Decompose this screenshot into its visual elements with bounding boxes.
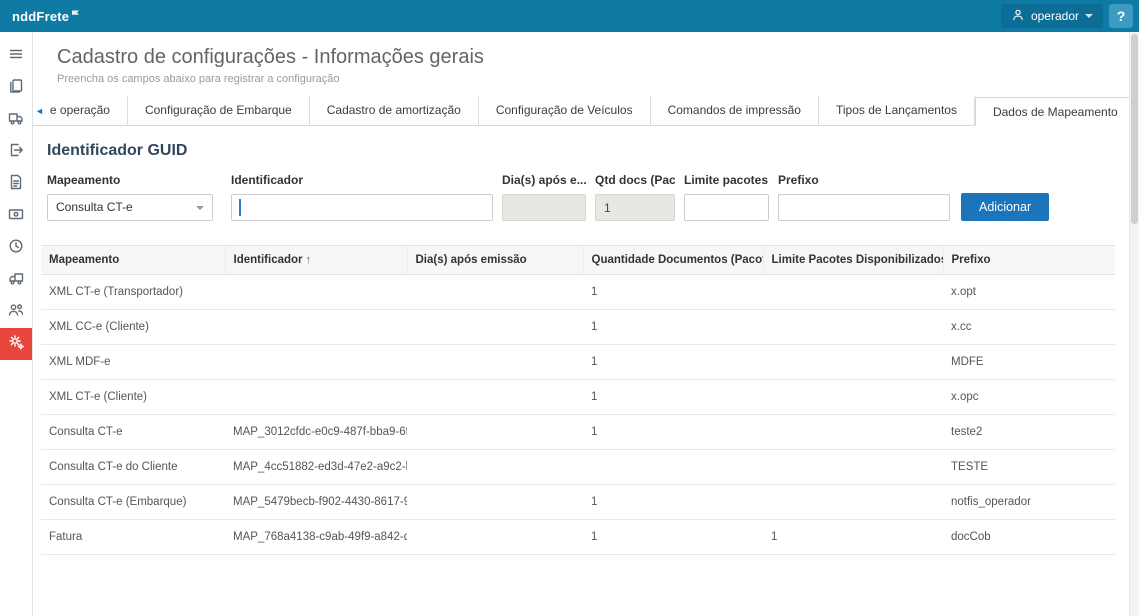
money-icon <box>7 205 25 228</box>
brand-logo[interactable]: nddFrete <box>12 9 80 24</box>
mapeamentos-table: Mapeamento Identificador↑ Dia(s) após em… <box>41 245 1115 555</box>
sidebar-item-users[interactable] <box>0 296 32 328</box>
text-cursor <box>239 199 241 216</box>
tabs-scroll-left-icon[interactable]: ◄ <box>35 96 44 125</box>
mapeamento-select[interactable]: Consulta CT-e <box>47 194 213 221</box>
mapeamento-selected-value: Consulta CT-e <box>56 200 133 214</box>
export-icon <box>7 141 25 164</box>
field-mapeamento: Mapeamento Consulta CT-e <box>47 173 213 221</box>
table-row[interactable]: XML CT-e (Cliente)1x.opc <box>41 380 1115 415</box>
tab-bar: ◄ e operação Configuração de Embarque Ca… <box>33 96 1129 126</box>
column-header-limite-pacotes[interactable]: Limite Pacotes Disponibilizados <box>763 246 943 275</box>
chevron-down-icon <box>196 206 204 210</box>
column-header-quantidade-documentos[interactable]: Quantidade Documentos (Pacote) <box>583 246 763 275</box>
tab-dados-de-mapeamento[interactable]: Dados de Mapeamento <box>975 97 1129 126</box>
column-header-prefixo[interactable]: Prefixo <box>943 246 1115 275</box>
tab-comandos-de-impressao[interactable]: Comandos de impressão <box>651 96 819 125</box>
dias-label: Dia(s) após e... <box>502 173 586 187</box>
page-header: Cadastro de configurações - Informações … <box>33 32 1129 85</box>
user-icon <box>1011 8 1025 25</box>
main-content: Cadastro de configurações - Informações … <box>33 32 1129 616</box>
tab-configuracao-de-veiculos[interactable]: Configuração de Veículos <box>479 96 651 125</box>
column-header-dias-apos-emissao[interactable]: Dia(s) após emissão <box>407 246 583 275</box>
field-dias-apos-emissao: Dia(s) após e... <box>502 173 586 221</box>
field-prefixo: Prefixo <box>778 173 950 221</box>
page-subtitle: Preencha os campos abaixo para registrar… <box>57 73 1113 85</box>
tab-cadastro-de-amortizacao[interactable]: Cadastro de amortização <box>310 96 479 125</box>
delivery-truck-icon <box>7 269 25 292</box>
brand-text: nddFrete <box>12 9 69 24</box>
qtd-docs-input <box>595 194 675 221</box>
truck-icon <box>7 109 25 132</box>
user-menu-button[interactable]: operador <box>1001 4 1103 28</box>
sidebar <box>0 32 33 616</box>
copy-icon <box>7 77 25 100</box>
tab-configuracao-de-embarque[interactable]: Configuração de Embarque <box>128 96 310 125</box>
limite-pacotes-input[interactable] <box>684 194 769 221</box>
table-header-row: Mapeamento Identificador↑ Dia(s) após em… <box>41 246 1115 275</box>
dias-input <box>502 194 586 221</box>
page-title: Cadastro de configurações - Informações … <box>57 46 1113 69</box>
vertical-scrollbar[interactable] <box>1129 32 1139 616</box>
user-label: operador <box>1031 9 1079 23</box>
table-row[interactable]: Consulta CT-e do ClienteMAP_4cc51882-ed3… <box>41 450 1115 485</box>
table-row[interactable]: FaturaMAP_768a4138-c9ab-49f9-a842-db40..… <box>41 520 1115 555</box>
tab-content: Identificador GUID Mapeamento Consulta C… <box>33 142 1129 555</box>
scrollbar-thumb[interactable] <box>1131 34 1138 224</box>
sidebar-item-settings[interactable] <box>0 328 32 360</box>
chevron-down-icon <box>1085 14 1093 18</box>
column-header-identificador[interactable]: Identificador↑ <box>225 246 407 275</box>
table-row[interactable]: XML CT-e (Transportador)1x.opt <box>41 275 1115 310</box>
table-row[interactable]: XML CC-e (Cliente)1x.cc <box>41 310 1115 345</box>
adicionar-button[interactable]: Adicionar <box>961 193 1049 221</box>
tab-tipos-de-lancamentos[interactable]: Tipos de Lançamentos <box>819 96 975 125</box>
prefixo-input[interactable] <box>778 194 950 221</box>
column-header-mapeamento[interactable]: Mapeamento <box>41 246 225 275</box>
qtd-docs-label: Qtd docs (Pac... <box>595 173 675 187</box>
topbar: nddFrete operador ? <box>0 0 1139 32</box>
sidebar-item-export[interactable] <box>0 136 32 168</box>
field-identificador: Identificador <box>231 173 493 221</box>
table-row[interactable]: Consulta CT-eMAP_3012cfdc-e0c9-487f-bba9… <box>41 415 1115 450</box>
table-row[interactable]: Consulta CT-e (Embarque)MAP_5479becb-f90… <box>41 485 1115 520</box>
mapeamento-label: Mapeamento <box>47 173 213 187</box>
tab-tipos-de-operacao[interactable]: e operação <box>44 96 128 125</box>
sort-ascending-icon: ↑ <box>306 254 312 266</box>
sidebar-item-reports[interactable] <box>0 168 32 200</box>
guid-form: Mapeamento Consulta CT-e Identificador D… <box>47 173 1115 221</box>
sidebar-item-history[interactable] <box>0 232 32 264</box>
gears-icon <box>7 333 25 356</box>
sidebar-item-menu[interactable] <box>0 40 32 72</box>
identificador-label: Identificador <box>231 173 493 187</box>
limite-pacotes-label: Limite pacotes <box>684 173 769 187</box>
field-qtd-docs: Qtd docs (Pac... <box>595 173 675 221</box>
prefixo-label: Prefixo <box>778 173 950 187</box>
table-row[interactable]: XML MDF-e1MDFE <box>41 345 1115 380</box>
sidebar-item-payments[interactable] <box>0 200 32 232</box>
sidebar-item-transport[interactable] <box>0 104 32 136</box>
help-button[interactable]: ? <box>1109 4 1133 28</box>
field-limite-pacotes: Limite pacotes <box>684 173 769 221</box>
users-icon <box>7 301 25 324</box>
sidebar-item-fleet[interactable] <box>0 264 32 296</box>
brand-flag-icon <box>71 7 80 22</box>
clock-icon <box>7 237 25 260</box>
section-title: Identificador GUID <box>47 142 1115 160</box>
sidebar-item-documents[interactable] <box>0 72 32 104</box>
hamburger-menu-icon <box>7 45 25 68</box>
document-icon <box>7 173 25 196</box>
identificador-input[interactable] <box>231 194 493 221</box>
